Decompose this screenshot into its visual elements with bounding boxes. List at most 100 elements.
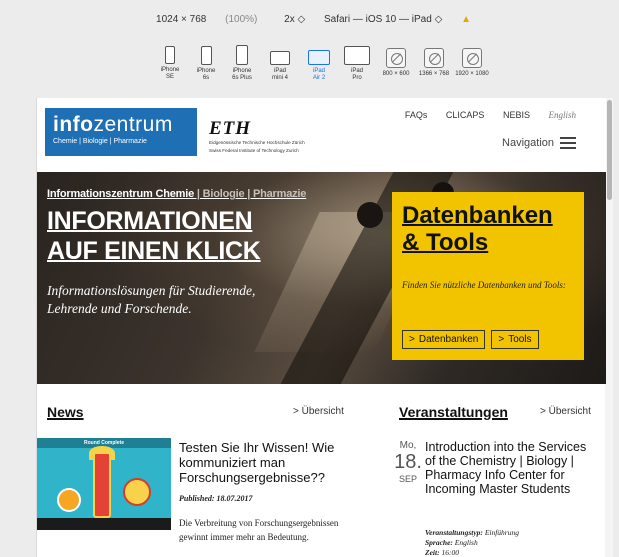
viewport-size: 1024 × 768 (100%) (148, 14, 265, 25)
link-faqs[interactable]: FAQs (405, 110, 428, 120)
device-1366x768[interactable]: 1366 × 768 (414, 46, 454, 78)
thumbnail-footer (37, 518, 171, 530)
eth-logo[interactable]: ETH Eidgenössische Technische Hochschule… (209, 119, 305, 154)
databases-button[interactable]: > Datenbanken (402, 330, 486, 349)
news-title[interactable]: Testen Sie Ihr Wissen! Wie kommuniziert … (179, 440, 389, 485)
device-ipad-pro[interactable]: iPad Pro (337, 46, 377, 82)
device-label: iPhone (232, 68, 252, 74)
events-overview-link[interactable]: > Übersicht (540, 406, 591, 417)
device-ipad-air-2[interactable]: iPad Air 2 (299, 46, 339, 82)
box-buttons: > Datenbanken > Tools (402, 330, 539, 349)
device-label: 6s (202, 75, 210, 81)
custom-size-icon (386, 48, 406, 68)
event-language-value: English (452, 538, 478, 547)
box-description: Finden Sie nützliche Datenbanken und Too… (402, 280, 566, 290)
device-label: 6s Plus (232, 75, 252, 81)
news-teaser: Die Verbreitung von Forschungsergebnisse… (179, 518, 339, 542)
hero-lead: Informationslösungen für Studierende, Le… (47, 283, 256, 316)
hamburger-menu-icon (560, 134, 576, 152)
phone-icon (200, 46, 212, 65)
device-label: iPhone (196, 68, 216, 74)
events-heading[interactable]: Veranstaltungen (399, 404, 508, 420)
device-label: mini 4 (271, 75, 288, 81)
device-iphone-6s[interactable]: iPhone 6s (186, 46, 226, 82)
event-time-label: Zeit: (425, 548, 440, 557)
viewport-info: 1024 × 768 (100%) 2x ◇ Safari — iOS 10 —… (0, 14, 619, 25)
device-label: 1366 × 768 (418, 71, 450, 77)
hero-kicker[interactable]: Informationszentrum Chemie | Biologie | … (47, 188, 306, 200)
device-1920x1080[interactable]: 1920 × 1080 (452, 46, 492, 78)
device-label: Air 2 (312, 75, 326, 81)
responsive-design-toolbar: 1024 × 768 (100%) 2x ◇ Safari — iOS 10 —… (0, 0, 619, 96)
tools-button-label: Tools (508, 334, 532, 345)
hero-headline: Informationen auf einen Klick (47, 206, 261, 266)
tools-button[interactable]: > Tools (491, 330, 539, 349)
news-heading[interactable]: News (47, 404, 84, 420)
thumbnail-graphic (93, 452, 111, 518)
user-agent-select[interactable]: Safari — iOS 10 — iPad ◇ (324, 14, 442, 25)
scrollbar[interactable] (605, 98, 613, 557)
databases-tools-box: Datenbanken & Tools Finden Sie nützliche… (392, 192, 584, 360)
device-label: SE (165, 74, 174, 80)
device-label: iPhone (160, 67, 180, 73)
device-label: iPad (350, 68, 363, 74)
event-month: SEP (398, 474, 417, 484)
news-published-date: Published: 18.07.2017 (179, 494, 253, 503)
custom-size-icon (462, 48, 482, 68)
event-weekday: Mo, (399, 440, 417, 451)
thumbnail-badge (123, 478, 151, 506)
event-day-number: 18. (394, 451, 422, 473)
eth-subtitle-de: Eidgenössische Technische Hochschule Zür… (209, 140, 305, 145)
tablet-icon (308, 50, 330, 65)
event-title[interactable]: Introduction into the Services of the Ch… (425, 440, 595, 496)
box-title-line1: Datenbanken (402, 202, 553, 229)
hero-headline-line2: auf einen Klick (47, 237, 261, 265)
event-type-value: Einführung (482, 528, 519, 537)
news-overview-link[interactable]: > Übersicht (293, 406, 344, 417)
custom-size-icon (424, 48, 444, 68)
viewport-size-text: 1024 × 768 (156, 14, 207, 25)
logo-subtitle: Chemie | Biologie | Pharmazie (53, 138, 147, 145)
link-nebis[interactable]: NEBIS (503, 110, 530, 120)
warning-icon: ▲ (461, 14, 471, 25)
device-iphone-se[interactable]: iPhone SE (150, 46, 190, 81)
link-clicaps[interactable]: CLICAPS (446, 110, 485, 120)
device-label: iPad (273, 68, 286, 74)
logo-text: zentrum (93, 113, 173, 136)
phone-icon (236, 45, 248, 65)
hero-headline-line1: Informationen (47, 207, 253, 235)
databases-tools-title[interactable]: Datenbanken & Tools (402, 202, 574, 256)
scrollbar-thumb[interactable] (607, 100, 612, 200)
navigation-label: Navigation (502, 137, 554, 149)
event-meta: Veranstaltungstyp: Einführung Sprache: E… (425, 528, 519, 557)
chevron-right-icon: > (498, 334, 505, 345)
navigation-toggle[interactable]: Navigation (502, 134, 576, 152)
device-800x600[interactable]: 800 × 600 (376, 46, 416, 78)
chevron-right-icon: > (409, 334, 415, 345)
tablet-icon (270, 51, 290, 65)
event-language-label: Sprache: (425, 538, 453, 547)
device-label: 1920 × 1080 (455, 71, 489, 77)
top-links: FAQs CLICAPS NEBIS English (389, 110, 576, 120)
language-switch[interactable]: English (548, 110, 576, 120)
thumbnail-badge (57, 488, 81, 512)
phone-icon (165, 46, 175, 64)
device-ipad-mini-4[interactable]: iPad mini 4 (260, 46, 300, 82)
event-type-label: Veranstaltungstyp: (425, 528, 483, 537)
infozentrum-logo[interactable]: infozentrum Chemie | Biologie | Pharmazi… (45, 108, 197, 156)
hero-banner: Informationszentrum Chemie | Biologie | … (37, 172, 606, 384)
device-label: 800 × 600 (382, 71, 410, 77)
device-label: Pro (352, 75, 362, 81)
device-label: iPad (312, 68, 325, 74)
box-title-line2: & Tools (402, 229, 489, 256)
device-iphone-6s-plus[interactable]: iPhone 6s Plus (222, 45, 262, 82)
hero-kicker-rest: | Biologie | Pharmazie (194, 188, 307, 200)
news-thumbnail[interactable]: Round Complete (37, 438, 171, 530)
databases-button-label: Datenbanken (418, 334, 479, 345)
scale-select[interactable]: 2x ◇ (284, 14, 305, 25)
eth-subtitle-en: Swiss Federal Institute of Technology Zu… (209, 148, 299, 153)
site-header: infozentrum Chemie | Biologie | Pharmazi… (37, 98, 606, 172)
tablet-icon (344, 46, 370, 65)
web-viewport: infozentrum Chemie | Biologie | Pharmazi… (36, 98, 613, 557)
zoom-percent: (100%) (225, 14, 258, 25)
